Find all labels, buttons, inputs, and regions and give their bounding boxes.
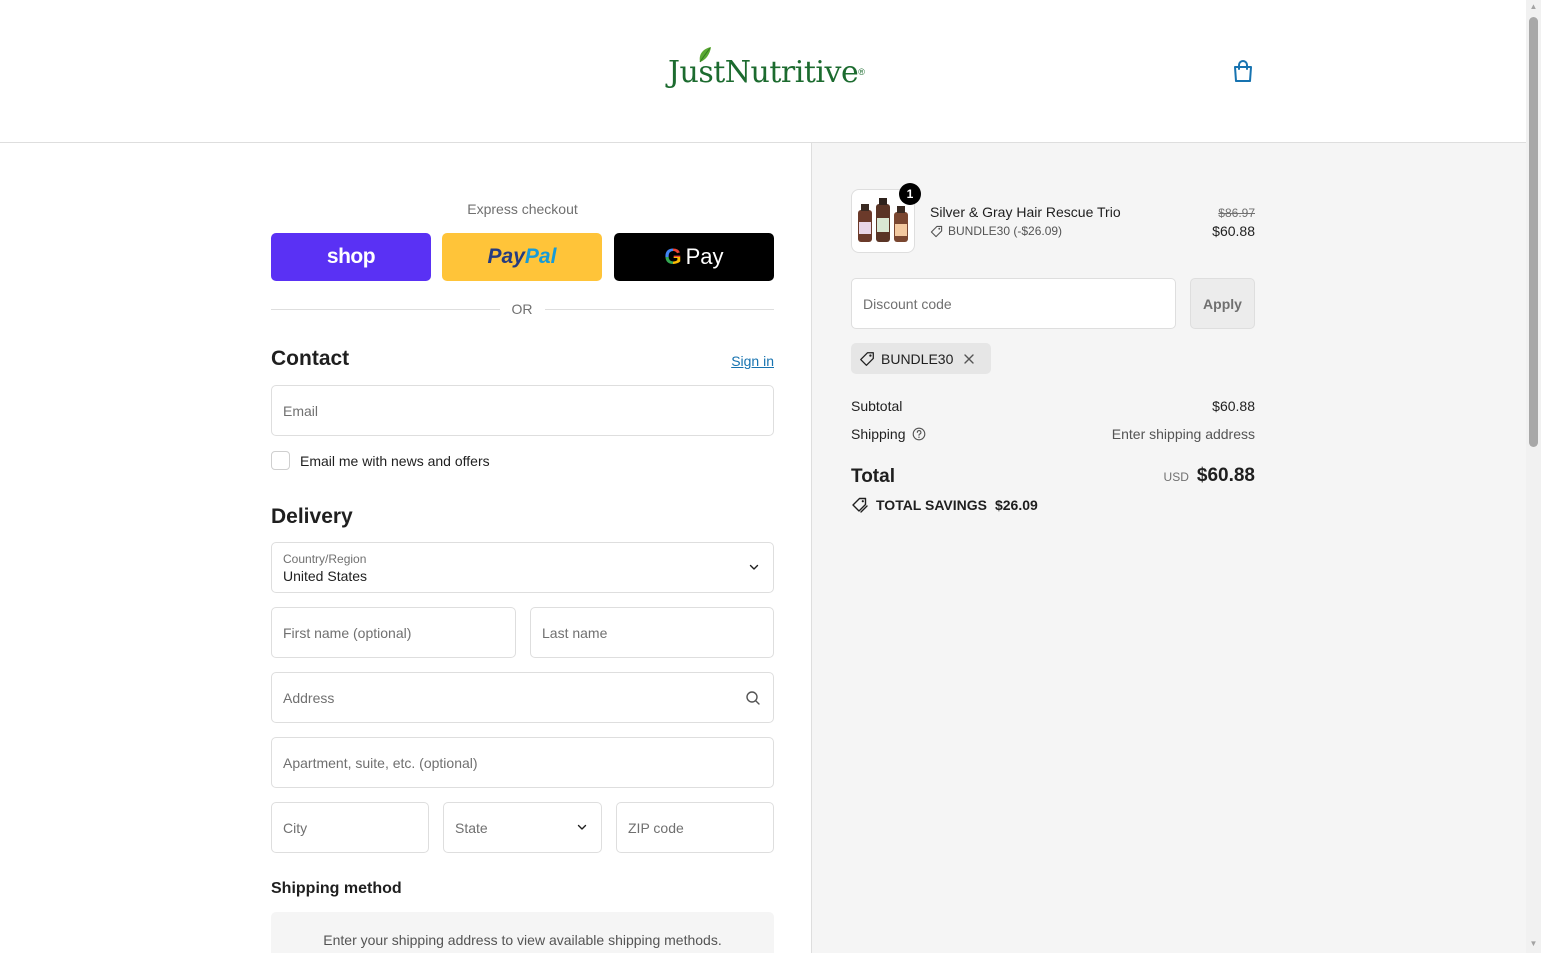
first-name-input[interactable] <box>272 608 515 657</box>
email-input[interactable] <box>272 386 773 435</box>
email-field[interactable] <box>271 385 774 436</box>
scroll-down-arrow-icon[interactable]: ▼ <box>1529 940 1538 948</box>
newsletter-checkbox-row[interactable]: Email me with news and offers <box>271 451 490 470</box>
country-value: United States <box>283 568 368 584</box>
close-icon[interactable] <box>963 353 975 365</box>
shop-pay-button[interactable]: shop <box>271 233 431 281</box>
last-name-field[interactable] <box>530 607 774 658</box>
shipping-label: Shipping <box>851 426 906 442</box>
city-field[interactable] <box>271 802 429 853</box>
address-field[interactable] <box>271 672 774 723</box>
product-original-price: $86.97 <box>1218 206 1255 220</box>
shipping-value: Enter shipping address <box>1111 426 1255 442</box>
country-select[interactable]: Country/Region United States <box>271 542 774 593</box>
search-icon <box>746 691 760 705</box>
shipping-method-heading: Shipping method <box>271 880 402 897</box>
brand-logo[interactable]: JustNutritive ® <box>668 44 865 100</box>
quantity-badge: 1 <box>899 183 921 205</box>
total-savings: TOTAL SAVINGS $26.09 <box>851 496 1038 514</box>
chevron-down-icon <box>577 824 587 830</box>
total-savings-value: $26.09 <box>994 497 1038 513</box>
paypal-label-pay: Pay <box>487 245 525 268</box>
total-row: Total USD $60.88 <box>851 465 1255 491</box>
tag-icon <box>860 351 874 366</box>
tags-icon <box>852 497 868 513</box>
page-scrollbar[interactable]: ▲ ▼ <box>1526 0 1541 953</box>
checkout-header: JustNutritive ® <box>0 0 1526 143</box>
subtotal-label: Subtotal <box>851 398 903 414</box>
newsletter-label: Email me with news and offers <box>300 452 490 469</box>
city-input[interactable] <box>272 803 428 852</box>
shipping-label-group: Shipping <box>851 426 926 442</box>
apartment-input[interactable] <box>272 738 773 787</box>
shop-pay-label: shop <box>326 245 376 268</box>
google-g-icon: G <box>664 244 682 269</box>
delivery-heading: Delivery <box>271 505 353 528</box>
discount-code-field[interactable] <box>851 278 1176 329</box>
help-circle-icon[interactable] <box>912 427 926 441</box>
zip-field[interactable] <box>616 802 774 853</box>
express-checkout-label: Express checkout <box>467 201 578 217</box>
discount-code-input[interactable] <box>852 279 1175 328</box>
brand-registered-mark: ® <box>858 67 865 77</box>
product-discount: BUNDLE30 (-$26.09) <box>930 224 1062 238</box>
shipping-row: Shipping Enter shipping address <box>851 426 1255 446</box>
total-value: $60.88 <box>1196 465 1255 486</box>
total-savings-label: TOTAL SAVINGS <box>876 497 987 513</box>
apply-discount-button[interactable]: Apply <box>1190 278 1255 329</box>
divider-line-right <box>545 309 774 310</box>
shopping-bag-icon[interactable] <box>1230 58 1256 84</box>
state-placeholder: State <box>455 820 488 836</box>
paypal-label-pal: Pal <box>524 245 557 268</box>
paypal-button[interactable]: Pay Pal <box>442 233 602 281</box>
newsletter-checkbox[interactable] <box>271 451 290 470</box>
scrollbar-thumb[interactable] <box>1529 17 1538 447</box>
checkout-form-panel: Express checkout shop Pay Pal G Pay OR Con… <box>0 143 812 953</box>
google-pay-label: Pay <box>685 244 724 269</box>
subtotal-row: Subtotal $60.88 <box>851 398 1255 418</box>
zip-input[interactable] <box>617 803 773 852</box>
product-name: Silver & Gray Hair Rescue Trio <box>930 204 1121 220</box>
total-amount-group: USD $60.88 <box>1164 465 1255 487</box>
order-summary-panel: 1 Silver & Gray Hair Rescue Trio BUNDLE3… <box>812 143 1526 953</box>
currency-code: USD <box>1163 470 1189 484</box>
or-label: OR <box>511 301 533 317</box>
scroll-up-arrow-icon[interactable]: ▲ <box>1529 3 1538 11</box>
leaf-icon <box>699 47 711 63</box>
product-discount-label: BUNDLE30 (-$26.09) <box>948 224 1063 238</box>
tag-icon <box>930 225 943 237</box>
sign-in-link[interactable]: Sign in <box>700 353 774 369</box>
address-input[interactable] <box>272 673 773 722</box>
shipping-method-notice: Enter your shipping address to view avai… <box>271 912 774 953</box>
or-divider: OR <box>271 301 774 319</box>
state-select[interactable]: State <box>443 802 602 853</box>
apartment-field[interactable] <box>271 737 774 788</box>
divider-line-left <box>271 309 500 310</box>
contact-heading: Contact <box>271 347 350 370</box>
product-price: $60.88 <box>1212 223 1255 239</box>
applied-discount-chip: BUNDLE30 <box>851 343 992 374</box>
applied-discount-code: BUNDLE30 <box>881 350 954 367</box>
subtotal-value: $60.88 <box>1212 398 1255 414</box>
last-name-input[interactable] <box>531 608 773 657</box>
chevron-down-icon <box>749 564 759 570</box>
google-pay-button[interactable]: G Pay <box>614 233 774 281</box>
country-label: Country/Region <box>283 552 367 566</box>
total-label: Total <box>851 466 895 487</box>
first-name-field[interactable] <box>271 607 516 658</box>
shipping-method-message: Enter your shipping address to view avai… <box>323 932 722 948</box>
